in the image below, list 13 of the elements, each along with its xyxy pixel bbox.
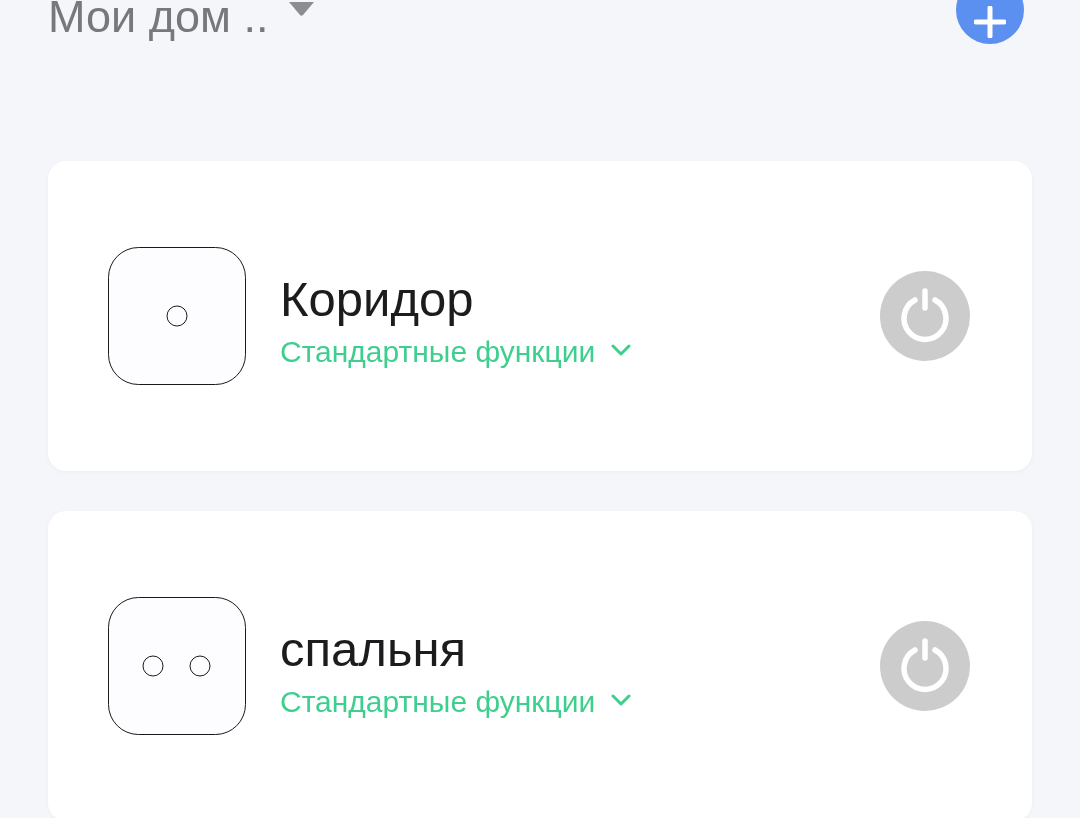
device-card[interactable]: спальня Стандартные функции	[48, 511, 1032, 818]
home-selector[interactable]: Мои дом ..	[48, 0, 316, 44]
chevron-down-icon	[611, 344, 632, 356]
double-switch-icon	[108, 597, 246, 735]
caret-icon	[288, 1, 316, 16]
power-icon	[899, 638, 951, 694]
device-card[interactable]: Коридор Стандартные функции	[48, 161, 1032, 471]
device-name: спальня	[280, 621, 466, 678]
chevron-down-icon	[611, 694, 632, 706]
single-switch-icon	[108, 247, 246, 385]
power-icon	[899, 288, 951, 344]
plus-icon	[974, 6, 1006, 38]
device-name: Коридор	[280, 271, 474, 328]
